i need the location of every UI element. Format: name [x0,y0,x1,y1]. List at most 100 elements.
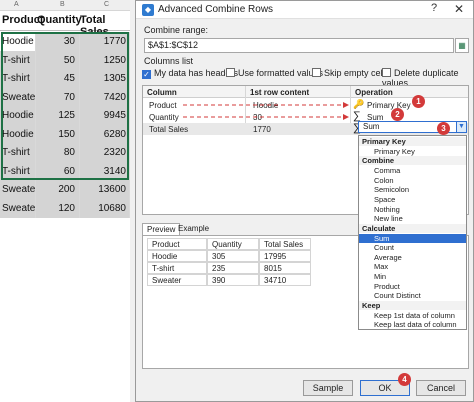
spreadsheet: A B C Product Quantity Total Sales Hoodi… [0,0,136,402]
columns-list-label: Columns list [144,56,194,66]
sheet-cell[interactable]: 50 [36,50,80,70]
col-letter-a[interactable]: A [14,1,19,8]
menu-item[interactable]: Nothing [359,205,466,214]
header-row[interactable]: Product Quantity Total Sales [0,11,130,38]
combine-range-input[interactable]: $A$1:$C$12 [144,38,454,53]
menu-item[interactable]: Product [359,282,466,291]
step-badge-3: 3 [437,122,450,135]
sheet-row[interactable]: Sweater 70 7420 [0,87,130,107]
sheet-cell[interactable]: Sweater [0,87,39,107]
menu-item[interactable]: Max [359,262,466,271]
sheet-cell[interactable]: 150 [36,124,80,144]
sheet-cell[interactable]: Hoodie [0,106,36,125]
tab-example[interactable]: Example [174,223,213,235]
menu-item[interactable]: Semicolon [359,185,466,194]
sheet-cell[interactable]: T-shirt [0,69,36,88]
sheet-cell[interactable]: T-shirt [0,143,36,162]
title-bar[interactable]: ◆ Advanced Combine Rows ? ✕ [136,1,473,19]
sheet-cell[interactable]: 30 [36,32,80,51]
menu-item[interactable]: Average [359,253,466,262]
sheet-cell[interactable]: 1305 [80,69,130,88]
annotation-arrows [183,102,349,120]
app-icon: ◆ [142,4,154,16]
header-quantity: Quantity [37,14,82,26]
preview-header-cell: Total Sales [259,238,311,250]
sheet-cell[interactable]: Hoodie [0,124,36,144]
menu-item[interactable]: Sum [359,233,466,243]
menu-item[interactable]: Count Distinct [359,291,466,300]
preview-cell: 8015 [259,262,311,274]
sheet-cell[interactable]: 1250 [80,50,130,70]
preview-cell: 34710 [259,274,311,286]
preview-cell: Hoodie [147,250,207,262]
sample-button[interactable]: Sample [303,380,353,396]
sheet-cell[interactable]: Sweater [0,180,39,199]
preview-cell-text: 390 [212,276,226,285]
step-badge-4: 4 [398,373,411,386]
preview-cell-text: Product [152,240,180,249]
sheet-cell[interactable]: 6280 [80,124,130,144]
preview-header-cell: Quantity [207,238,259,250]
sheet-cell[interactable]: 80 [36,143,80,162]
cancel-button[interactable]: Cancel [416,380,466,396]
sheet-cell[interactable]: 3140 [80,161,130,181]
sheet-cell[interactable]: T-shirt [0,161,36,181]
sheet-cell[interactable]: 120 [36,198,80,218]
sheet-cell[interactable]: 2320 [80,143,130,162]
options-row: ✓ My data has headers Use formatted value… [142,68,469,88]
sheet-cell[interactable]: 200 [36,180,80,199]
range-select-icon[interactable]: ▦ [455,38,469,53]
menu-item[interactable]: Keep 1st data of column [359,311,466,320]
operation-dropdown-value: Sum [363,122,380,131]
sheet-cell[interactable]: 1770 [80,32,130,51]
chk-headers[interactable]: ✓ My data has headers [142,68,238,79]
sheet-cell[interactable]: Hoodie [0,32,36,51]
sheet-cell[interactable]: 70 [36,87,80,107]
preview-cell: Sweater [147,274,207,286]
chevron-down-icon[interactable]: ▼ [456,122,466,132]
sheet-cell[interactable]: 60 [36,161,80,181]
help-button[interactable]: ? [425,2,443,17]
col-letter-b[interactable]: B [60,1,65,8]
menu-group-header: Keep [359,301,466,311]
preview-cell-text: 34710 [264,276,287,285]
checkbox-icon [226,68,235,77]
menu-item[interactable]: Colon [359,176,466,185]
menu-item[interactable]: Comma [359,166,466,175]
chk-formatted[interactable]: Use formatted values [226,68,323,78]
sheet-cell[interactable]: 7420 [80,87,130,107]
menu-item[interactable]: Space [359,195,466,204]
menu-item[interactable]: Primary Key [359,147,466,156]
checkbox-checked-icon: ✓ [142,70,151,79]
sheet-cell[interactable]: 9945 [80,106,130,125]
sheet-row[interactable]: Hoodie 150 6280 [0,124,130,144]
sheet-cell[interactable]: 45 [36,69,80,88]
sheet-cell[interactable]: 13600 [80,180,130,199]
preview-cell-text: Quantity [212,240,242,249]
sheet-row[interactable]: T-shirt 45 1305 [0,69,130,88]
close-button[interactable]: ✕ [449,2,469,17]
dialog-title: Advanced Combine Rows [158,4,274,15]
sheet-cell[interactable]: 125 [36,106,80,125]
col-letter-c[interactable]: C [104,1,109,8]
sheet-row[interactable]: Sweater 200 13600 [0,180,130,199]
sheet-row[interactable]: Hoodie 30 1770 [0,32,130,51]
sheet-cell[interactable]: 10680 [80,198,130,218]
grid-header-column: Column [147,88,177,97]
chk-skip-empty[interactable]: Skip empty cells [312,68,389,78]
sheet-cell[interactable]: Sweater [0,198,39,218]
menu-item[interactable]: Count [359,243,466,252]
sheet-row[interactable]: Sweater 120 10680 [0,198,130,218]
sheet-row[interactable]: T-shirt 60 3140 [0,161,130,181]
key-icon: 🔑 [353,99,365,109]
operation-dropdown[interactable]: Sum ▼ [358,121,467,133]
preview-cell-text: Sweater [152,276,182,285]
sheet-row[interactable]: T-shirt 80 2320 [0,143,130,162]
menu-item[interactable]: Keep last data of column [359,320,466,329]
menu-item[interactable]: New line [359,214,466,223]
menu-item[interactable]: Min [359,272,466,281]
sheet-row[interactable]: T-shirt 50 1250 [0,50,130,70]
step-badge-2: 2 [391,108,404,121]
sheet-row[interactable]: Hoodie 125 9945 [0,106,130,125]
sheet-cell[interactable]: T-shirt [0,50,36,70]
